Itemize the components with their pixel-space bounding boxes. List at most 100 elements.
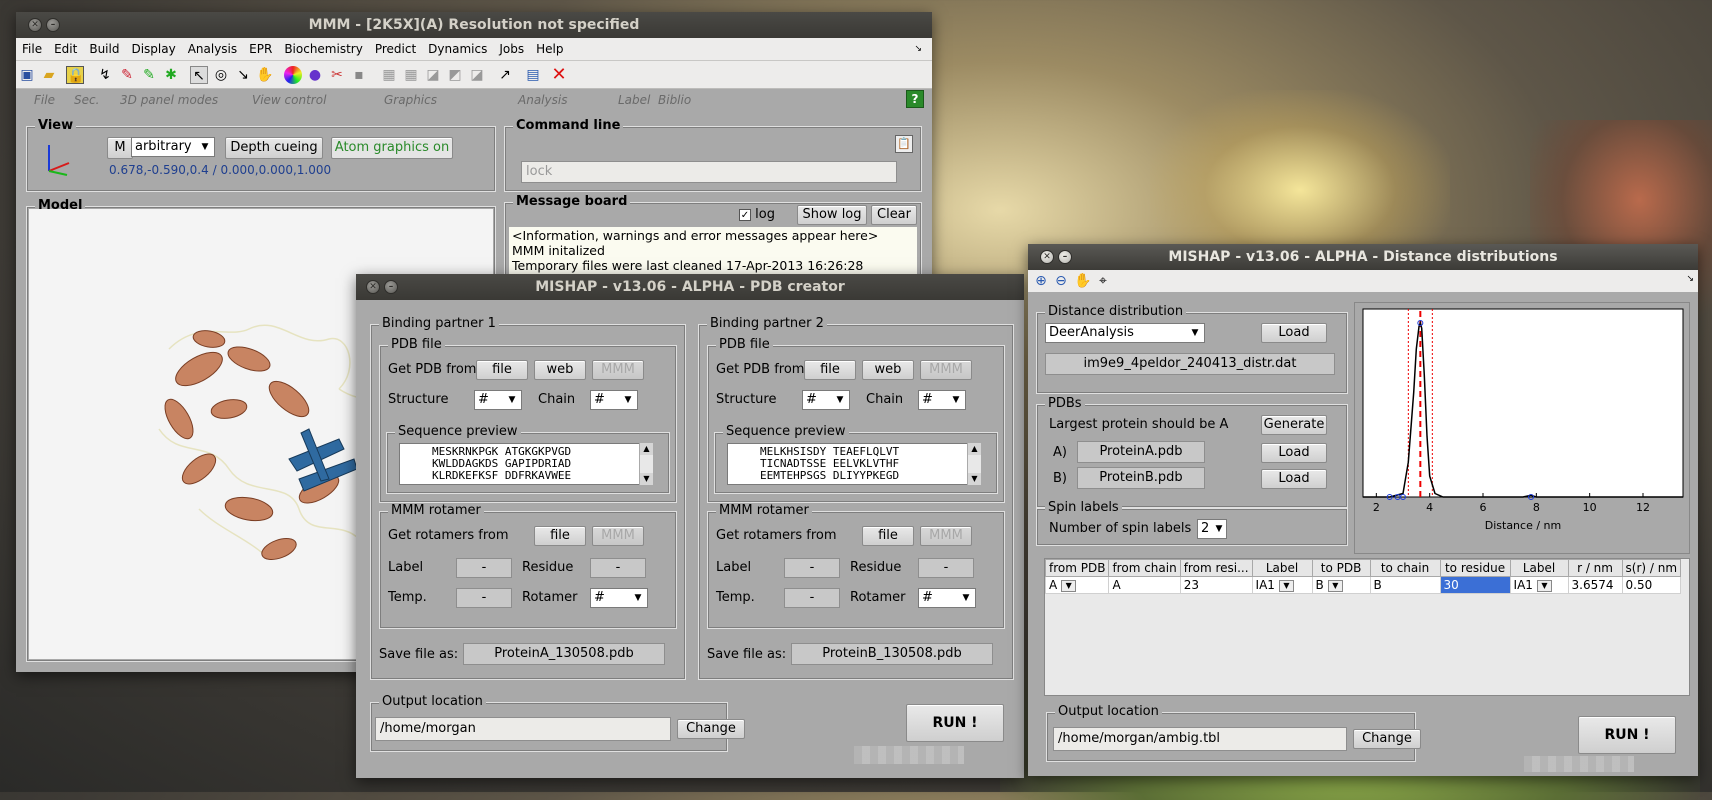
zoom-in-icon[interactable]: ⊕ — [1032, 272, 1050, 290]
cell-label[interactable]: IA1 ▼ — [1509, 576, 1569, 594]
m-button[interactable]: M — [107, 137, 133, 159]
cell-to-pdb[interactable]: B ▼ — [1311, 576, 1371, 594]
rotamer-mmm-button[interactable]: MMM — [592, 526, 644, 546]
clear-button[interactable]: Clear — [871, 205, 917, 225]
menu-dynamics[interactable]: Dynamics — [422, 38, 493, 61]
col-to-chain[interactable]: to chain — [1369, 559, 1441, 577]
close-icon[interactable]: ✕ — [366, 280, 380, 294]
minimize-icon[interactable]: – — [1058, 250, 1072, 264]
cell-to-residue[interactable]: 30 — [1439, 576, 1511, 594]
label-field[interactable]: - — [784, 558, 840, 578]
hand-icon[interactable]: ✋ — [256, 66, 274, 84]
color-icon[interactable] — [284, 66, 302, 84]
residue-field[interactable]: - — [590, 558, 646, 578]
chevron-down-icon[interactable]: ▼ — [1061, 579, 1077, 592]
structure-dropdown[interactable]: # ▼ — [802, 390, 850, 410]
menu-display[interactable]: Display — [125, 38, 181, 61]
label-field[interactable]: - — [456, 558, 512, 578]
pdb-file-button[interactable]: file — [476, 360, 528, 380]
col-from-chain[interactable]: from chain — [1108, 559, 1181, 577]
panel-mode-label[interactable]: Label — [618, 93, 650, 107]
close-icon[interactable]: ✕ — [28, 18, 42, 32]
load-b-button[interactable]: Load — [1261, 469, 1327, 489]
col-to-pdb[interactable]: to PDB — [1311, 559, 1371, 577]
output-path-field[interactable]: /home/morgan/ambig.tbl — [1053, 727, 1347, 751]
chain-dropdown[interactable]: # ▼ — [590, 390, 638, 410]
cell-sr[interactable]: 0.50 — [1621, 576, 1682, 594]
chevron-down-icon[interactable]: ▼ — [1327, 579, 1343, 592]
save-filename-field[interactable]: ProteinB_130508.pdb — [791, 643, 993, 665]
wand-icon[interactable]: ↯ — [96, 66, 114, 84]
chevron-down-icon[interactable]: ▼ — [1278, 579, 1294, 592]
col-from-pdb[interactable]: from PDB — [1044, 559, 1110, 577]
menu-build[interactable]: Build — [83, 38, 125, 61]
close-icon[interactable]: ✕ — [1040, 250, 1054, 264]
view-mode-dropdown[interactable]: arbitrary ▼ — [131, 137, 215, 157]
save-icon[interactable]: ▣ — [18, 66, 36, 84]
table-row[interactable]: A ▼ A 23 IA1 ▼ B ▼ B 30 IA1 ▼ 3.6574 0.50 — [1044, 576, 1682, 594]
cell-to-chain[interactable]: B — [1369, 576, 1441, 594]
atom-graphics-button[interactable]: Atom graphics on — [331, 137, 453, 159]
lock-icon[interactable]: 🔒 — [66, 66, 84, 84]
run-button[interactable]: RUN ! — [906, 704, 1004, 742]
generate-button[interactable]: Generate — [1261, 415, 1327, 435]
sequence-scrollbar[interactable]: ▲ ▼ — [639, 443, 653, 485]
save-filename-field[interactable]: ProteinA_130508.pdb — [463, 643, 665, 665]
temp-field[interactable]: - — [456, 588, 512, 608]
cell-from-chain[interactable]: A — [1108, 576, 1181, 594]
pdb-mmm-button[interactable]: MMM — [920, 360, 972, 380]
rotamer-dropdown[interactable]: # ▼ — [590, 588, 648, 608]
col-to-residue[interactable]: to residue — [1439, 559, 1511, 577]
source-dropdown[interactable]: DeerAnalysis ▼ — [1045, 323, 1205, 343]
change-output-button[interactable]: Change — [677, 719, 745, 739]
load-a-button[interactable]: Load — [1261, 443, 1327, 463]
panel-mode-biblio[interactable]: Biblio — [658, 93, 691, 107]
rotamer-file-button[interactable]: file — [534, 526, 586, 546]
panel-mode-analysis[interactable]: Analysis — [518, 93, 567, 107]
bond-icon[interactable]: ✱ — [162, 66, 180, 84]
clipboard-icon[interactable]: 📋 — [895, 135, 913, 153]
close-red-icon[interactable]: ✕ — [550, 66, 568, 84]
select-icon[interactable]: ✎ — [118, 66, 136, 84]
cell-from-residue[interactable]: 23 — [1179, 576, 1253, 594]
zoom-out-icon[interactable]: ⊖ — [1052, 272, 1070, 290]
structure-dropdown[interactable]: # ▼ — [474, 390, 522, 410]
cell-label[interactable]: IA1 ▼ — [1251, 576, 1313, 594]
surface-icon[interactable]: ● — [306, 66, 324, 84]
scroll-up-icon[interactable]: ▲ — [968, 443, 981, 455]
menu-help[interactable]: Help — [530, 38, 569, 61]
menu-biochemistry[interactable]: Biochemistry — [278, 38, 369, 61]
panel-mode-sec[interactable]: Sec. — [74, 93, 99, 107]
panel-mode-file[interactable]: File — [34, 93, 55, 107]
sequence-scrollbar[interactable]: ▲ ▼ — [967, 443, 981, 485]
pan-icon[interactable]: ✋ — [1074, 272, 1092, 290]
data-cursor-icon[interactable]: ⌖ — [1094, 272, 1112, 290]
col-r[interactable]: r / nm — [1567, 559, 1623, 577]
menu-analysis[interactable]: Analysis — [182, 38, 243, 61]
num-spin-dropdown[interactable]: 2 ▼ — [1197, 519, 1227, 539]
menu-jobs[interactable]: Jobs — [493, 38, 530, 61]
rotamer-file-button[interactable]: file — [862, 526, 914, 546]
pdb-file-button[interactable]: file — [804, 360, 856, 380]
dock-arrow-icon[interactable]: ↘ — [1686, 274, 1694, 284]
rotamer-dropdown[interactable]: # ▼ — [918, 588, 976, 608]
log-checkbox[interactable]: ✓ log — [739, 207, 775, 222]
col-label[interactable]: Label — [1251, 559, 1313, 577]
show-log-button[interactable]: Show log — [797, 205, 867, 225]
change-output-button[interactable]: Change — [1353, 729, 1421, 749]
book-icon[interactable]: ▤ — [524, 66, 542, 84]
checkbox-checked-icon[interactable]: ✓ — [739, 209, 751, 221]
scroll-down-icon[interactable]: ▼ — [968, 473, 981, 485]
dock-arrow-icon[interactable]: ↘ — [908, 38, 928, 61]
command-input[interactable]: lock — [521, 161, 897, 183]
stick-icon[interactable]: ✂ — [328, 66, 346, 84]
pointer-icon[interactable]: ↖ — [190, 66, 208, 84]
depth-cueing-button[interactable]: Depth cueing — [225, 137, 323, 159]
scroll-down-icon[interactable]: ▼ — [640, 473, 653, 485]
chevron-down-icon[interactable]: ▼ — [1536, 579, 1552, 592]
panel-mode-graphics[interactable]: Graphics — [384, 93, 437, 107]
menu-epr[interactable]: EPR — [243, 38, 278, 61]
pdb-mmm-button[interactable]: MMM — [592, 360, 644, 380]
panel-mode-3d[interactable]: 3D panel modes — [120, 93, 218, 107]
output-path-field[interactable]: /home/morgan — [375, 717, 671, 741]
